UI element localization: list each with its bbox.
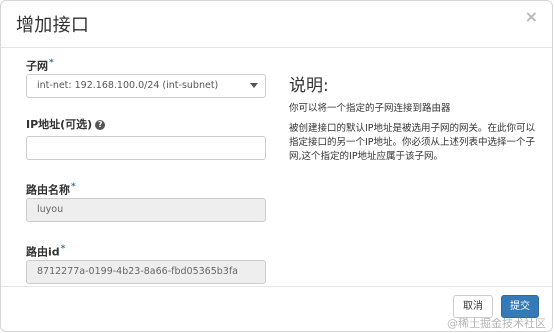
router-name-label: 路由名称* xyxy=(26,180,266,197)
subnet-label: 子网* xyxy=(26,56,266,73)
required-mark: * xyxy=(49,58,54,68)
description-paragraph-2: 被创建接口的默认IP地址是被选用子网的网关。在此你可以指定接口的另一个IP地址。… xyxy=(289,123,536,162)
router-id-group: 路由id* 8712277a-0199-4b23-8a66-fbd05365b3… xyxy=(26,242,266,284)
required-mark: * xyxy=(71,182,76,192)
chevron-down-icon xyxy=(250,83,258,88)
ip-group: IP地址(可选)? xyxy=(26,118,266,160)
watermark: @稀土掘金技术社区 xyxy=(447,317,546,330)
description-panel: 说明: 你可以将一个指定的子网连接到路由器 被创建接口的默认IP地址是被选用子网… xyxy=(289,71,541,170)
router-name-group: 路由名称* luyou xyxy=(26,180,266,222)
subnet-group: 子网* int-net: 192.168.100.0/24 (int-subne… xyxy=(26,56,266,98)
footer-divider xyxy=(1,286,552,287)
ip-label-text: IP地址(可选) xyxy=(26,118,93,131)
description-title: 说明: xyxy=(289,76,329,96)
help-icon[interactable]: ? xyxy=(95,120,106,130)
dialog-title: 增加接口 xyxy=(16,15,90,36)
ip-label: IP地址(可选)? xyxy=(26,118,266,132)
router-id-field: 8712277a-0199-4b23-8a66-fbd05365b3fa xyxy=(26,260,266,284)
subnet-select[interactable]: int-net: 192.168.100.0/24 (int-subnet) xyxy=(26,74,266,98)
subnet-select-value: int-net: 192.168.100.0/24 (int-subnet) xyxy=(37,80,219,91)
subnet-label-text: 子网 xyxy=(26,59,48,73)
add-interface-dialog: 增加接口 × 子网* int-net: 192.168.100.0/24 (in… xyxy=(0,0,553,332)
router-id-label: 路由id* xyxy=(26,242,266,259)
required-mark: * xyxy=(60,244,66,254)
ip-address-input[interactable] xyxy=(26,136,266,160)
close-icon[interactable]: × xyxy=(525,9,538,25)
router-id-label-text: 路由id xyxy=(26,245,60,259)
router-name-label-text: 路由名称 xyxy=(26,183,70,197)
interface-form: 子网* int-net: 192.168.100.0/24 (int-subne… xyxy=(26,56,266,304)
router-name-field: luyou xyxy=(26,198,266,222)
dialog-header: 增加接口 × xyxy=(1,1,552,48)
description-paragraph-1: 你可以将一个指定的子网连接到路由器 xyxy=(289,103,451,114)
